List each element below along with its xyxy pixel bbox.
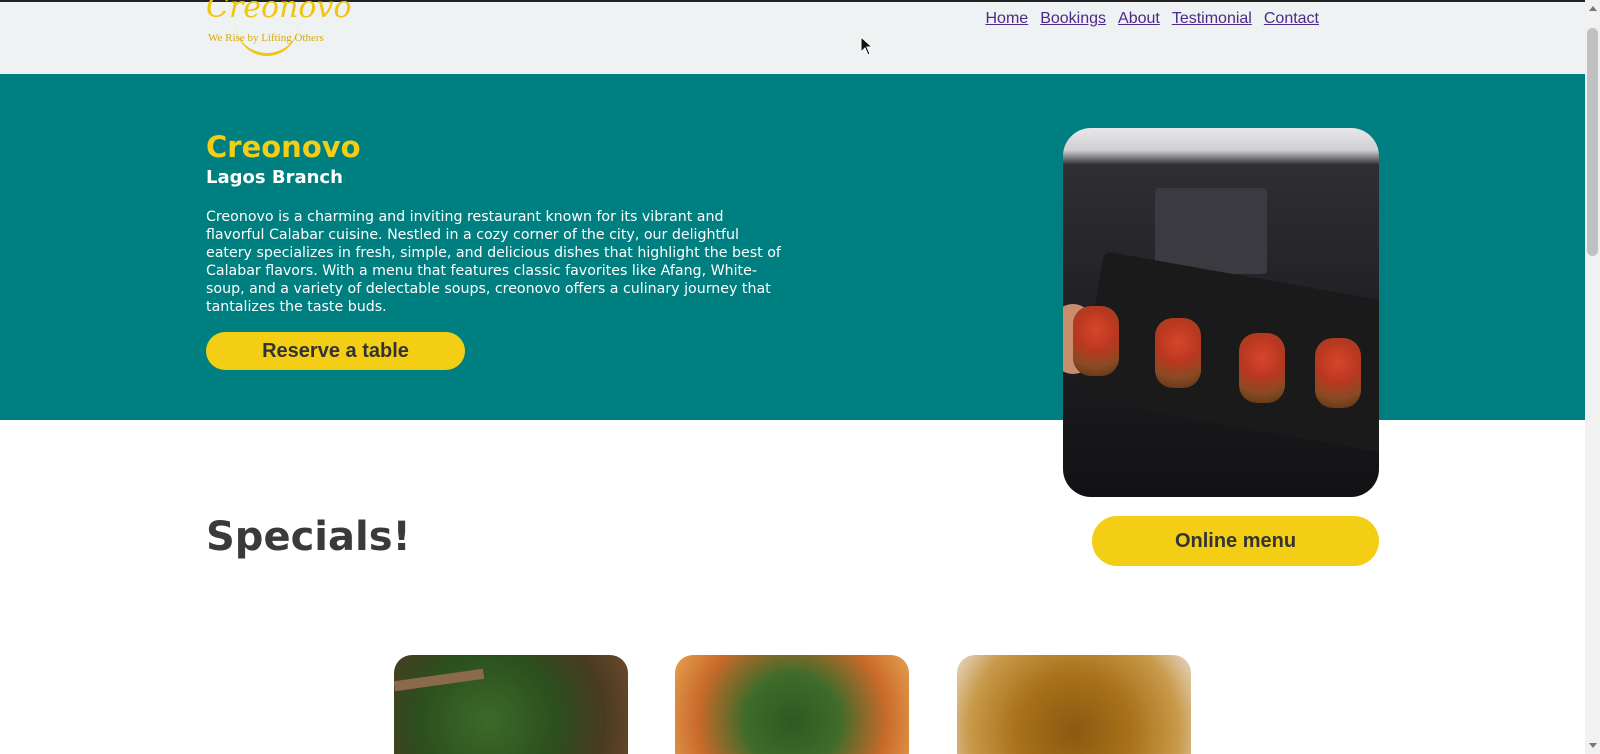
nav-link-bookings[interactable]: Bookings xyxy=(1040,10,1106,28)
bruschetta xyxy=(1155,318,1201,388)
special-card-image[interactable] xyxy=(675,655,909,754)
hero-title: Creonovo xyxy=(206,130,361,164)
brand-logo[interactable]: Creonovo We Rise by Lifting Others xyxy=(206,0,352,62)
reserve-table-button[interactable]: Reserve a table xyxy=(206,332,465,370)
page-scrollbar[interactable] xyxy=(1585,0,1600,754)
bruschetta xyxy=(1239,333,1285,403)
scroll-down-arrow-icon[interactable] xyxy=(1589,743,1597,748)
nav-link-home[interactable]: Home xyxy=(986,10,1029,28)
specials-heading: Specials! xyxy=(206,514,411,560)
online-menu-button[interactable]: Online menu xyxy=(1092,516,1379,566)
special-card-image[interactable] xyxy=(957,655,1191,754)
bruschetta xyxy=(1073,306,1119,376)
hero-food-image xyxy=(1063,128,1379,497)
hero-description: Creonovo is a charming and inviting rest… xyxy=(206,209,781,315)
site-header: Creonovo We Rise by Lifting Others Home … xyxy=(0,0,1585,74)
main-nav: Home Bookings About Testimonial Contact xyxy=(986,10,1320,28)
special-card-image[interactable] xyxy=(394,655,628,754)
nav-link-contact[interactable]: Contact xyxy=(1264,10,1319,28)
scroll-up-arrow-icon[interactable] xyxy=(1589,6,1597,11)
scrollbar-thumb[interactable] xyxy=(1587,28,1598,256)
apron-pocket xyxy=(1155,188,1267,274)
hero-subtitle: Lagos Branch xyxy=(206,167,343,188)
nav-link-testimonial[interactable]: Testimonial xyxy=(1172,10,1252,28)
nav-link-about[interactable]: About xyxy=(1118,10,1160,28)
spoon xyxy=(394,668,485,692)
logo-tagline: We Rise by Lifting Others xyxy=(208,32,324,44)
bruschetta xyxy=(1315,338,1361,408)
